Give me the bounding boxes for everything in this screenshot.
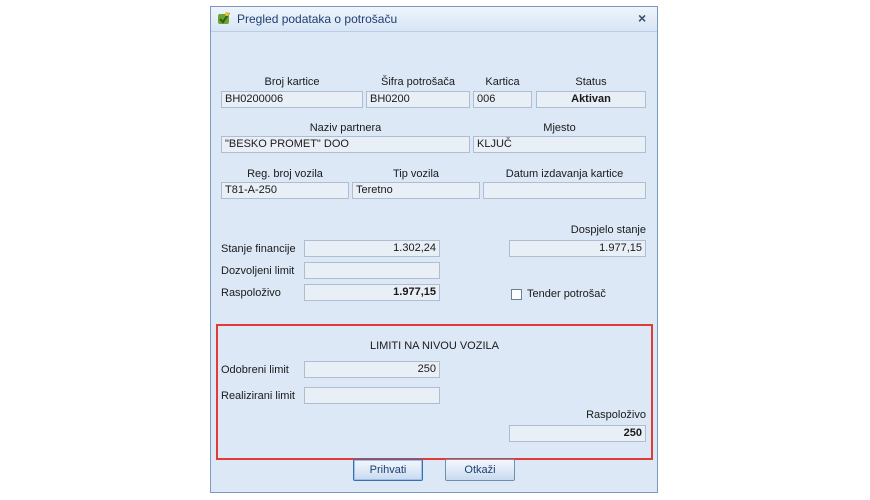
finance-state-label: Stanje financije <box>221 243 296 255</box>
realized-limit-field[interactable] <box>304 387 440 404</box>
customer-code-label: Šifra potrošača <box>381 76 455 88</box>
available-field[interactable]: 1.977,15 <box>304 284 440 301</box>
due-balance-field[interactable]: 1.977,15 <box>509 240 646 257</box>
customer-code-field[interactable]: BH0200 <box>366 91 470 108</box>
close-icon[interactable]: × <box>638 10 646 26</box>
accept-button[interactable]: Prihvati <box>353 459 423 481</box>
card-issue-date-label: Datum izdavanja kartice <box>505 168 624 180</box>
tender-customer-checkbox[interactable] <box>511 289 522 300</box>
card-issue-date-field[interactable] <box>483 182 646 199</box>
status-label: Status <box>575 76 607 88</box>
finance-state-field[interactable]: 1.302,24 <box>304 240 440 257</box>
vehicle-reg-label: Reg. broj vozila <box>247 168 323 180</box>
allowed-limit-field[interactable] <box>304 262 440 279</box>
approved-limit-field[interactable]: 250 <box>304 361 440 378</box>
tender-customer-label: Tender potrošač <box>527 288 606 300</box>
window-title: Pregled podataka o potrošaču <box>237 12 398 26</box>
status-field[interactable]: Aktivan <box>536 91 646 108</box>
vehicle-type-label: Tip vozila <box>392 168 440 180</box>
vehicle-type-field[interactable]: Teretno <box>352 182 480 199</box>
place-label: Mjesto <box>543 122 576 134</box>
vehicle-limits-heading: LIMITI NA NIVOU VOZILA <box>370 340 499 352</box>
realized-limit-label: Realizirani limit <box>221 390 295 402</box>
customer-details-dialog: Pregled podataka o potrošaču × Broj kart… <box>210 6 658 493</box>
title-bar: Pregled podataka o potrošaču × <box>211 7 657 32</box>
allowed-limit-label: Dozvoljeni limit <box>221 265 295 277</box>
place-field[interactable]: KLJUČ <box>473 136 646 153</box>
card-number-field[interactable]: BH0200006 <box>221 91 363 108</box>
vehicle-reg-field[interactable]: T81-A-250 <box>221 182 349 199</box>
available-label: Raspoloživo <box>221 287 281 299</box>
partner-name-label: Naziv partnera <box>309 122 382 134</box>
card-number-label: Broj kartice <box>264 76 320 88</box>
vehicle-available-label: Raspoloživo <box>586 409 646 421</box>
partner-name-field[interactable]: "BESKO PROMET" DOO <box>221 136 470 153</box>
vehicle-available-field[interactable]: 250 <box>509 425 646 442</box>
card-label: Kartica <box>485 76 520 88</box>
card-field[interactable]: 006 <box>473 91 532 108</box>
approved-limit-label: Odobreni limit <box>221 364 289 376</box>
app-icon <box>218 12 230 24</box>
cancel-button[interactable]: Otkaži <box>445 459 515 481</box>
due-balance-label: Dospjelo stanje <box>570 224 646 236</box>
